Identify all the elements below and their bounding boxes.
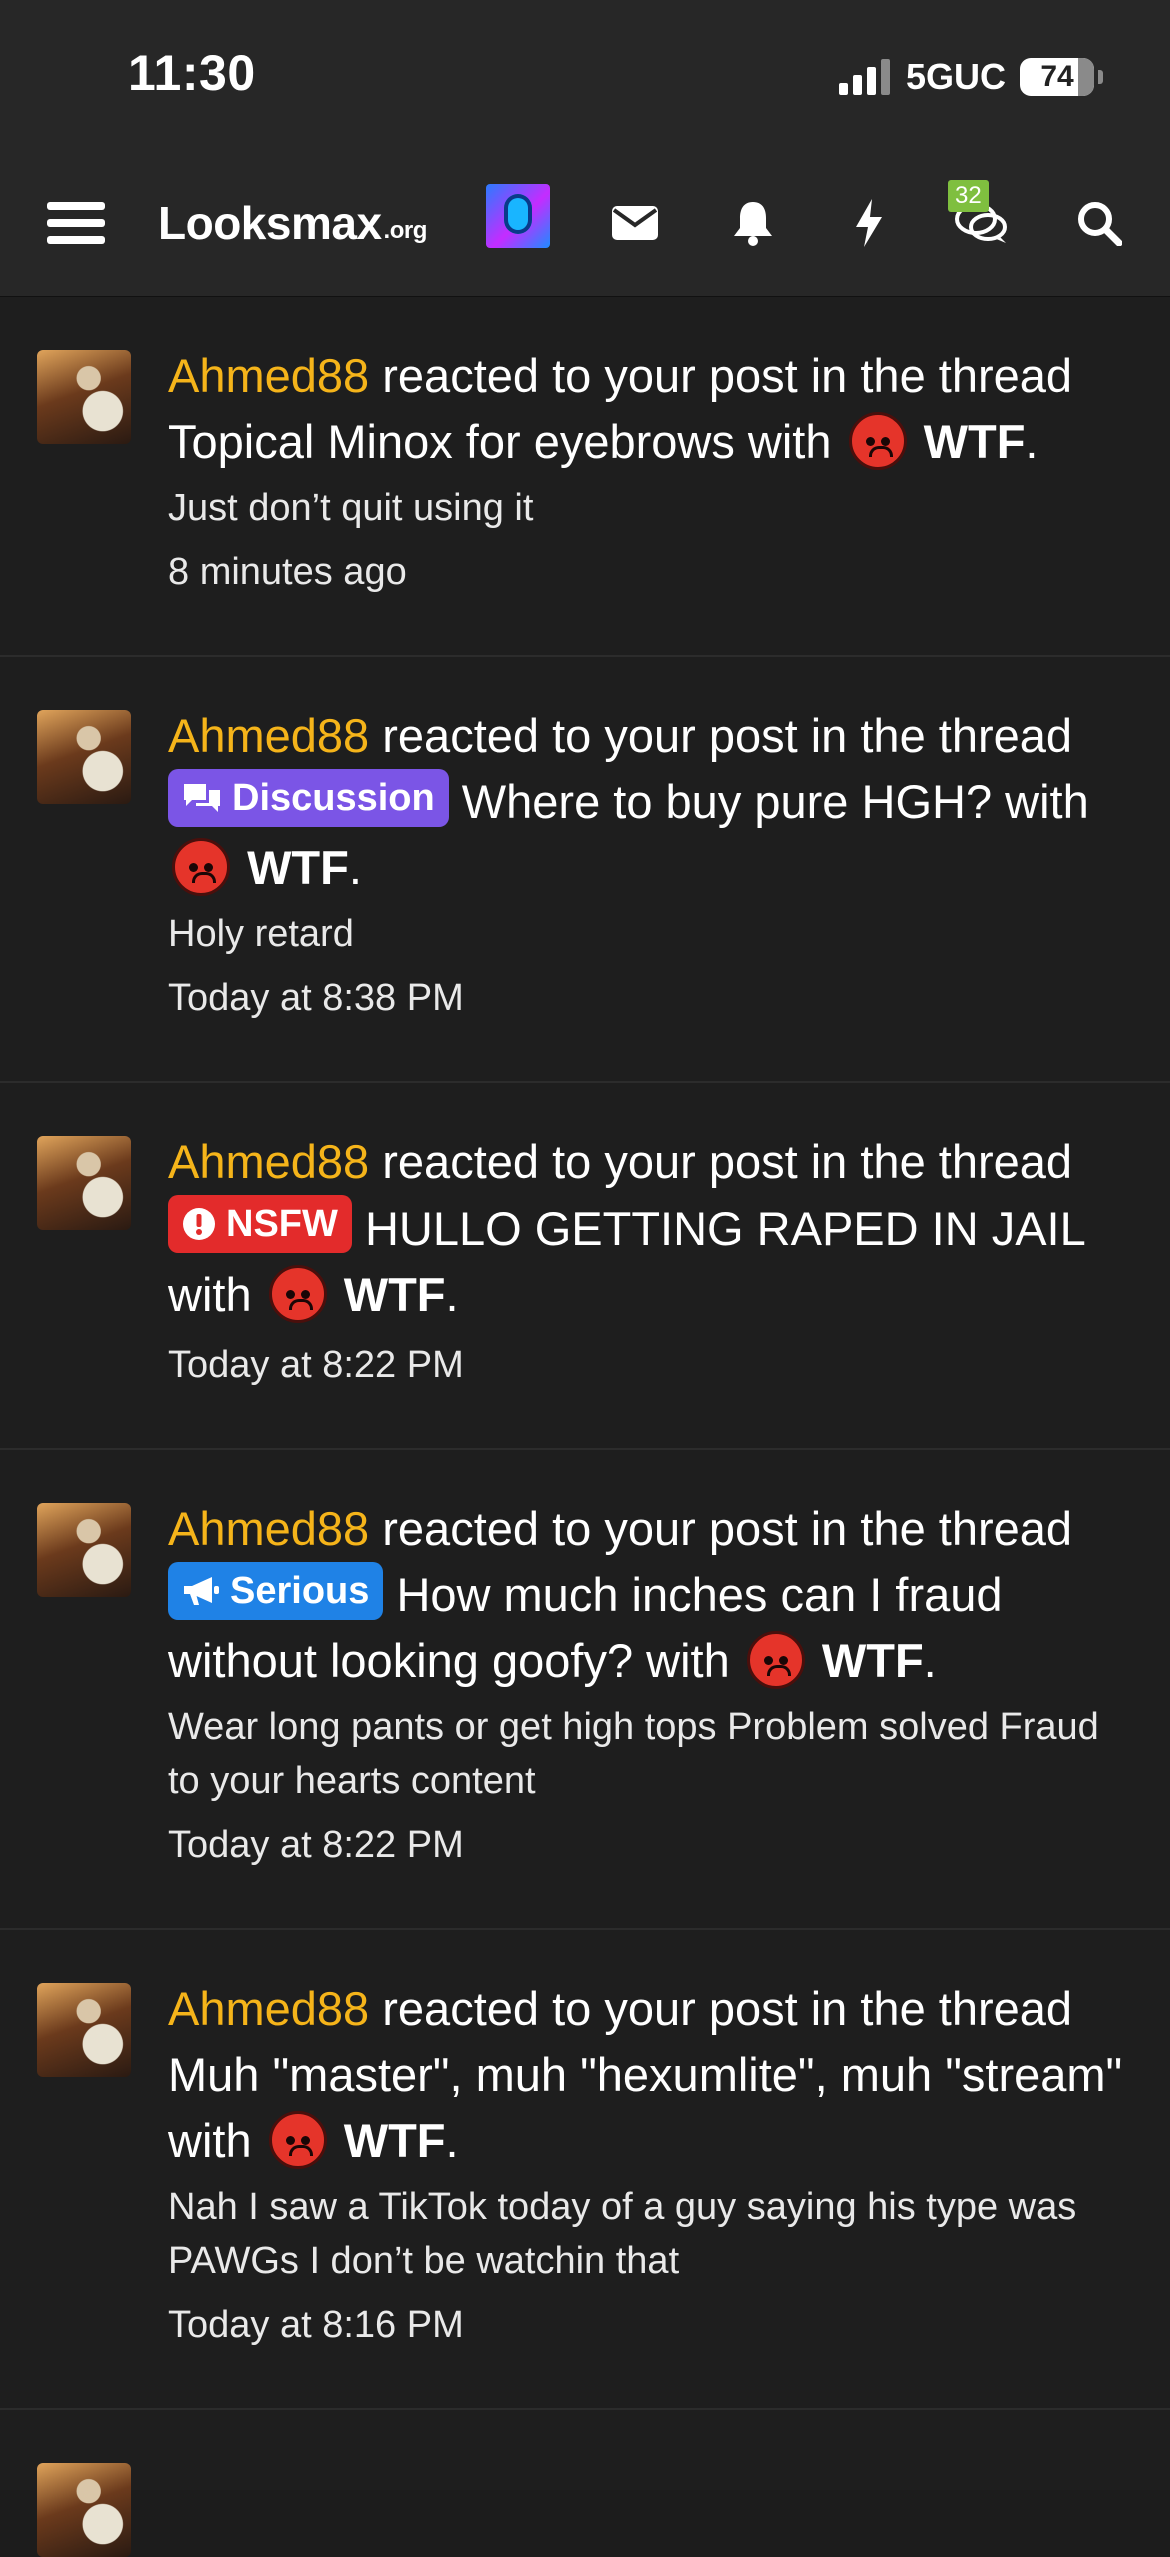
notification-text: Ahmed88 reacted to your post in the thre… [168,349,1073,470]
username-link[interactable]: Ahmed88 [168,1502,369,1555]
timestamp: Today at 8:22 PM [168,1344,464,1386]
whats-new-button[interactable] [834,150,904,296]
top-navbar: Looksmax .org 32 [0,150,1170,297]
notification-list: Ahmed88 reacted to your post in the thre… [0,297,1170,2557]
inbox-button[interactable] [600,150,670,296]
list-item[interactable]: Ahmed88 reacted to your post in the thre… [0,1930,1170,2410]
thread-link[interactable]: Muh "master", muh "hexumlite", muh "stre… [168,2048,1122,2101]
comments-icon [184,784,220,812]
username-link[interactable]: Ahmed88 [168,349,369,402]
site-logo[interactable]: Looksmax .org [158,150,427,296]
prefix-badge-nsfw[interactable]: NSFW [168,1195,352,1253]
hamburger-icon [47,193,105,253]
action-text: reacted to your post in the thread [382,1135,1073,1188]
battery-level: 74 [1040,60,1074,93]
timestamp: Today at 8:16 PM [168,2304,464,2346]
status-bar: 11:30 5GUC 74 [0,0,1170,150]
prefix-badge-discussion[interactable]: Discussion [168,769,449,827]
timestamp: Today at 8:22 PM [168,1824,464,1866]
action-text: reacted to your post in the thread [382,709,1073,762]
notification-text: Ahmed88 reacted to your post in the thre… [168,1502,1073,1689]
avatar[interactable] [37,1136,131,1230]
with-text: with [646,1634,730,1687]
angry-face-icon [268,1265,327,1323]
notification-text: Ahmed88 reacted to your post in the thre… [168,709,1089,896]
angry-face-icon [172,838,230,896]
thread-link[interactable]: Topical Minox for eyebrows [168,415,735,468]
angry-face-icon [848,412,907,470]
prefix-badge-serious[interactable]: Serious [168,1562,384,1620]
logo-suffix: .org [383,217,428,244]
action-text: reacted to your post in the thread [382,349,1073,402]
bolt-icon [856,199,882,247]
prefix-label: NSFW [226,1203,338,1245]
avatar[interactable] [37,1983,131,2077]
with-text: with [747,415,832,468]
status-indicators: 5GUC 74 [838,56,1103,98]
search-icon [1078,202,1122,246]
avatar[interactable] [37,1503,131,1597]
list-item[interactable]: Ahmed88 reacted to your post in the thre… [0,1083,1170,1450]
username-link[interactable]: Ahmed88 [168,709,369,762]
reaction-label: WTF [247,841,349,894]
bell-icon [734,202,772,246]
avatar[interactable] [37,710,131,804]
exclamation-circle-icon [183,1208,215,1240]
notification-text: Ahmed88 reacted to your post in the thre… [168,1982,1123,2169]
alerts-button[interactable] [718,150,788,296]
search-button[interactable] [1064,150,1134,296]
avatar[interactable] [37,2463,131,2557]
list-item[interactable]: Ahmed88 reacted to your post in the thre… [0,297,1170,657]
post-snippet: Holy retard [168,913,354,955]
angry-face-icon [268,2111,327,2169]
menu-button[interactable] [46,150,106,296]
with-text: with [168,2114,252,2167]
reaction-label: WTF [343,2114,446,2167]
timestamp: 8 minutes ago [168,551,407,593]
reaction-label: WTF [821,1634,924,1687]
list-item[interactable]: Ahmed88 reacted to your post in the thre… [0,1450,1170,1930]
thread-link[interactable]: HULLO GETTING RAPED IN JAIL [365,1202,1084,1255]
list-item[interactable]: Ahmed88 reacted to your post in the thre… [0,657,1170,1083]
megaphone-icon [184,1577,219,1605]
reaction-label: WTF [923,415,1026,468]
conversations-button[interactable] [946,150,1016,296]
network-type: 5GUC [905,56,1006,97]
user-avatar[interactable] [486,184,550,248]
angry-face-icon [746,1631,805,1689]
list-item[interactable] [0,2410,1170,2557]
post-snippet: Nah I saw a TikTok today of a guy saying… [168,2186,1077,2282]
notification-text: Ahmed88 reacted to your post in the thre… [168,1135,1085,1323]
battery-icon: 74 [1020,58,1103,96]
status-time: 11:30 [128,45,256,101]
post-snippet: Wear long pants or get high tops Problem… [168,1706,1099,1802]
thread-link[interactable]: Where to buy pure HGH? [462,775,992,828]
avatar[interactable] [37,350,131,444]
timestamp: Today at 8:38 PM [168,977,464,1019]
prefix-label: Serious [230,1570,370,1612]
action-text: reacted to your post in the thread [382,1982,1073,2035]
reaction-label: WTF [343,1268,446,1321]
post-snippet: Just don’t quit using it [168,487,534,529]
with-text: with [168,1268,252,1321]
chat-count-badge: 32 [948,180,989,212]
username-link[interactable]: Ahmed88 [168,1982,369,2035]
username-link[interactable]: Ahmed88 [168,1135,369,1188]
logo-text: Looksmax [158,197,382,249]
action-text: reacted to your post in the thread [382,1502,1073,1555]
prefix-label: Discussion [232,777,435,819]
signal-icon [838,59,890,95]
envelope-icon [612,206,658,240]
with-text: with [1005,775,1089,828]
